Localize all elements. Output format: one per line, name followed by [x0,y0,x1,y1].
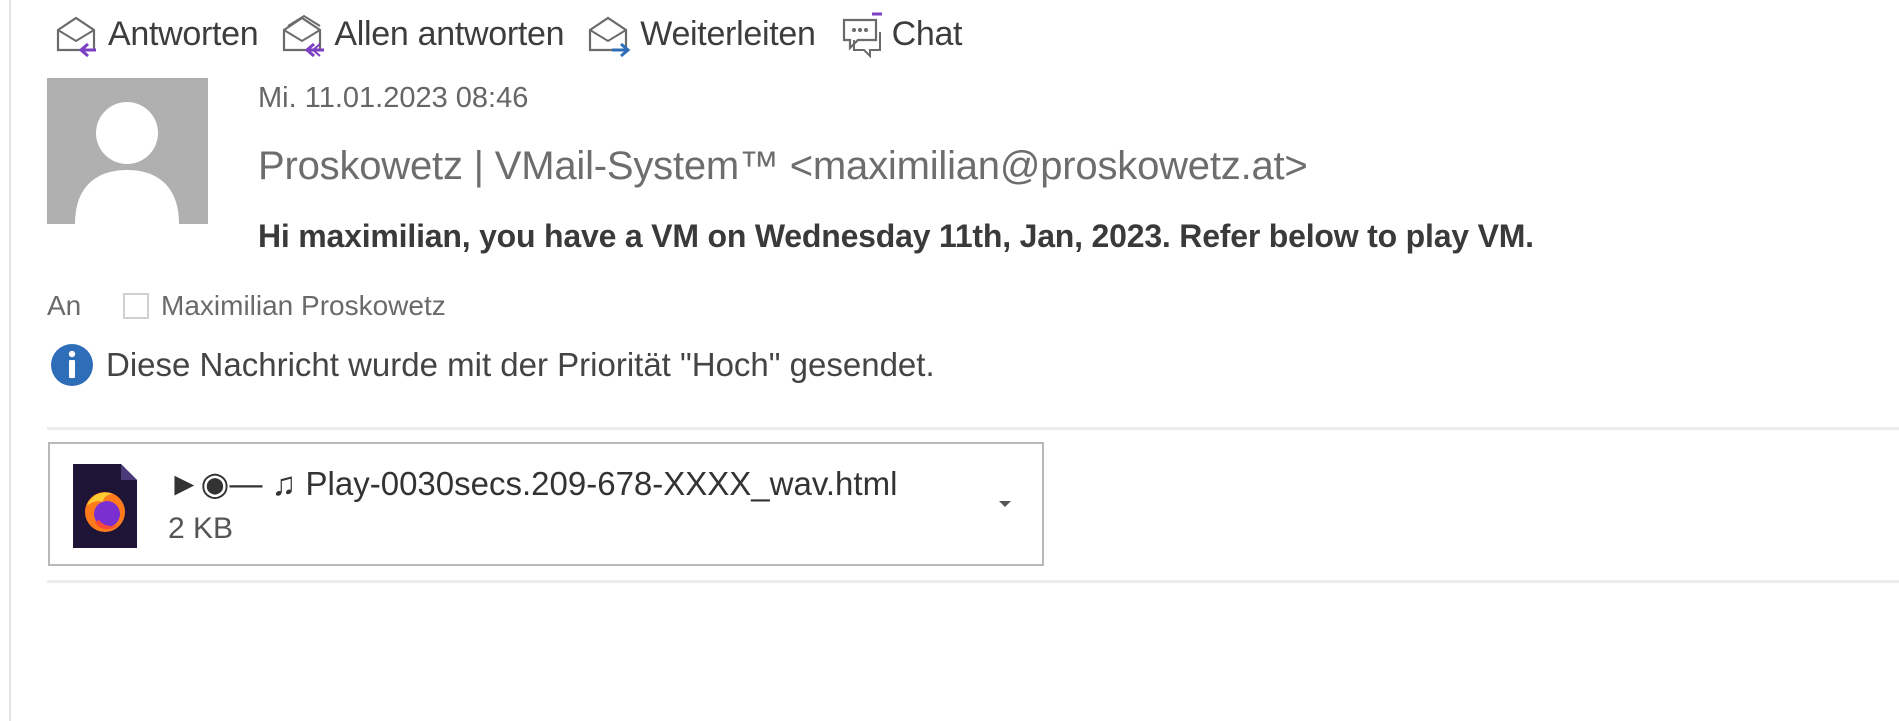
reply-button-label: Antworten [108,14,259,53]
chat-button[interactable]: Chat [836,10,963,58]
forward-envelope-icon [584,10,638,58]
sender-name[interactable]: Proskowetz | VMail-System™ <maximilian@p… [258,144,1308,189]
recipient-name[interactable]: Maximilian Proskowetz [161,290,446,322]
forward-button-label: Weiterleiten [640,14,816,53]
header-divider [47,427,1899,430]
message-date: Mi. 11.01.2023 08:46 [258,82,529,114]
sender-avatar [47,78,208,224]
priority-infobar: Diese Nachricht wurde mit der Priorität … [50,342,935,388]
recipient-row: An Maximilian Proskowetz [47,287,446,325]
chat-button-label: Chat [891,14,963,53]
forward-button[interactable]: Weiterleiten [584,10,816,58]
attachment-item[interactable]: ►◉— ♫ Play-0030secs.209-678-XXXX_wav.htm… [48,442,1044,566]
reply-all-button[interactable]: Allen antworten [278,10,565,58]
firefox-html-file-icon [73,464,137,548]
message-action-toolbar: Antworten Allen antworten Weiterleiten C… [52,6,982,62]
email-reading-pane: Antworten Allen antworten Weiterleiten C… [0,0,1899,721]
reply-envelope-icon [52,10,106,58]
message-subject: Hi maximilian, you have a VM on Wednesda… [258,218,1534,254]
recipient-presence-icon [123,293,149,319]
pane-left-border [9,0,11,721]
to-label: An [47,290,82,321]
reply-all-envelope-icon [278,10,332,58]
priority-info-text: Diese Nachricht wurde mit der Priorität … [106,346,935,383]
reply-all-button-label: Allen antworten [334,14,565,53]
reply-button[interactable]: Antworten [52,10,259,58]
attachment-size: 2 KB [168,512,234,545]
chat-bubble-icon [836,10,890,58]
attachment-name: ►◉— ♫ Play-0030secs.209-678-XXXX_wav.htm… [168,465,898,502]
attachment-divider [47,580,1899,583]
chevron-down-icon[interactable] [994,492,1016,514]
info-icon [50,343,94,387]
